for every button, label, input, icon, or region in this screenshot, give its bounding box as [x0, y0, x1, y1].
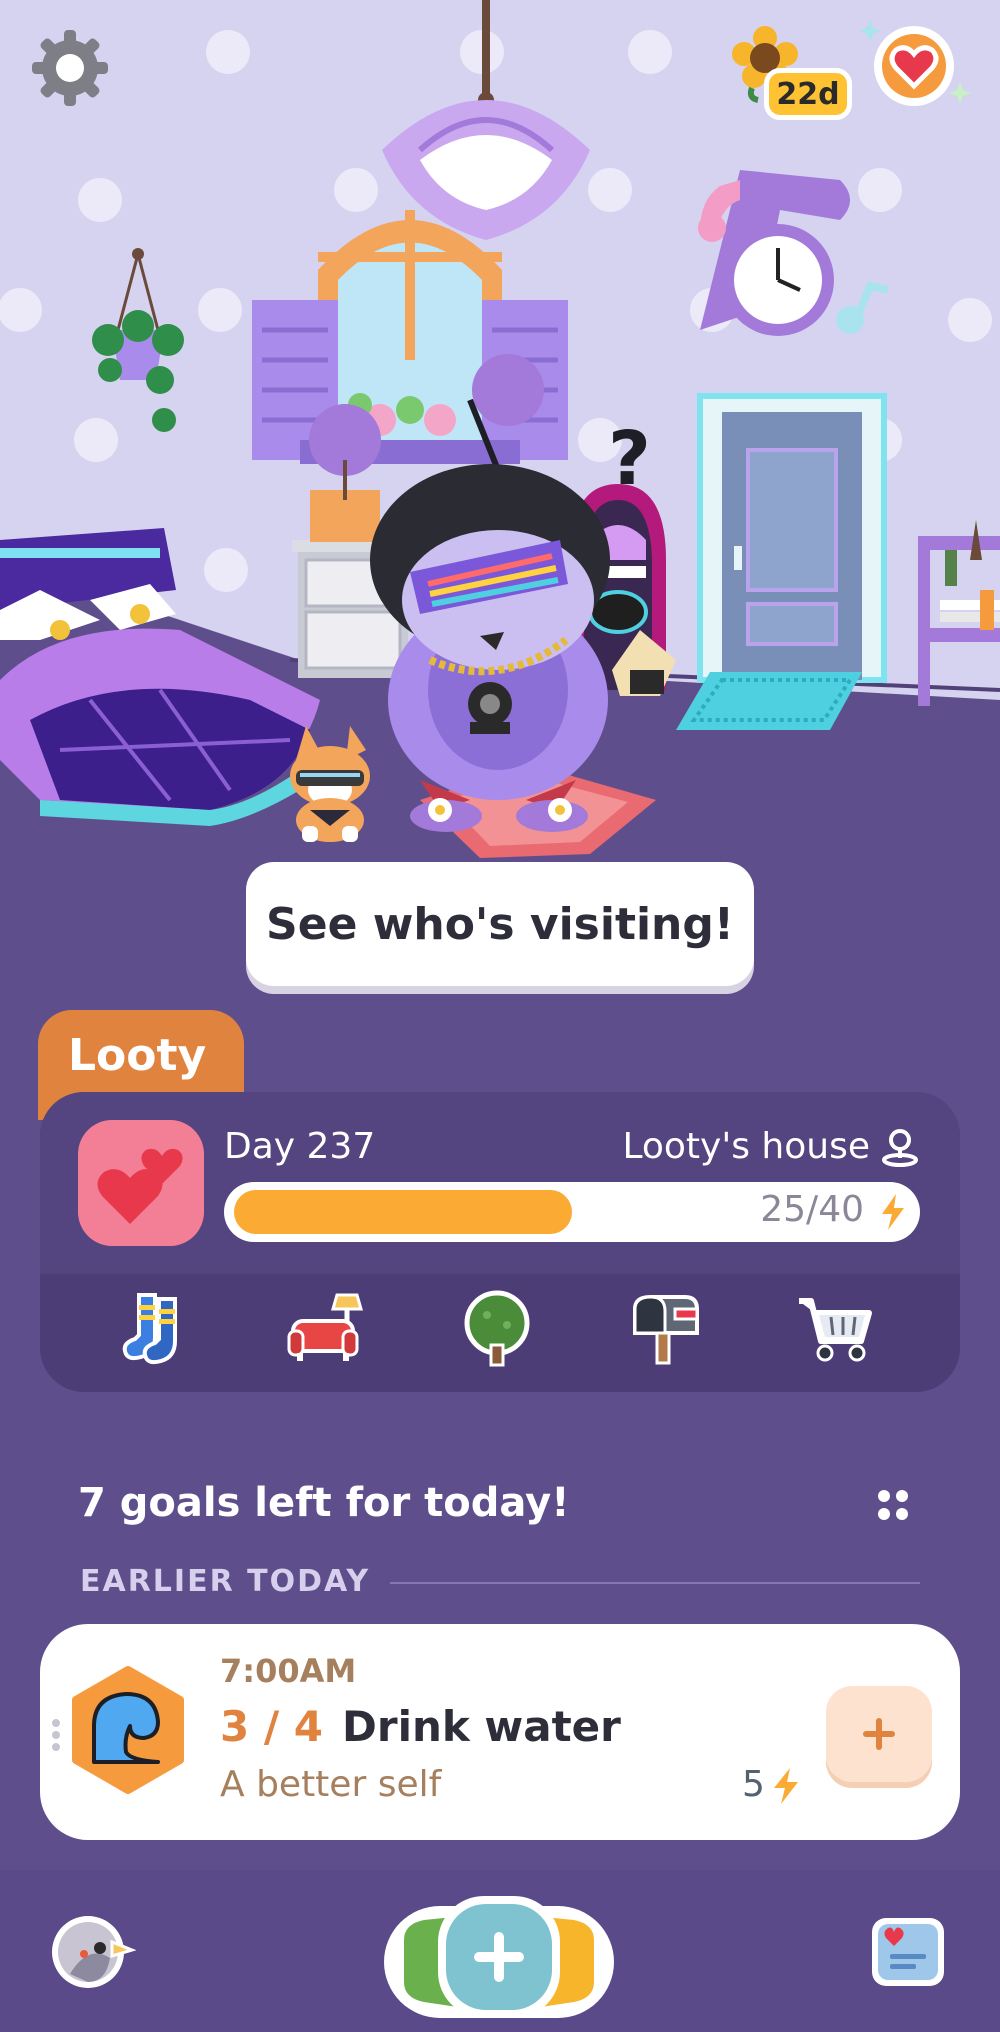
drag-handle-icon[interactable] [50, 1718, 62, 1752]
heart-icon [859, 20, 971, 106]
socks-icon [122, 1293, 177, 1365]
settings-button[interactable] [28, 26, 112, 110]
bottom-navigation [0, 1870, 1000, 2032]
hearts-icon [97, 1148, 183, 1224]
sofa-icon [287, 1293, 363, 1361]
profile-button[interactable] [50, 1914, 137, 1994]
day-counter: Day 237 [224, 1126, 376, 1167]
water-wave-icon [72, 1666, 184, 1794]
energy-progress-bar: 25/40 [224, 1182, 920, 1242]
section-label: EARLIER TODAY [80, 1564, 371, 1599]
energy-progress-fill [234, 1190, 572, 1234]
pet-name: Looty [68, 1030, 207, 1081]
goal-energy-reward: 5 [742, 1764, 765, 1805]
goal-category: A better self [220, 1764, 442, 1805]
streak-days: 22d [764, 68, 852, 120]
section-divider [390, 1582, 920, 1584]
grid-icon [878, 1490, 908, 1520]
energy-bolt-icon [774, 1768, 798, 1804]
goals-remaining-title: 7 goals left for today! [78, 1480, 570, 1526]
see-visitors-button[interactable]: See who's visiting! [246, 862, 754, 986]
room-illustration: ? [0, 0, 1000, 1000]
goal-name: Drink water [342, 1702, 621, 1751]
mailbox-icon [633, 1295, 699, 1365]
pet-hearts-tile[interactable] [78, 1120, 204, 1246]
tree-icon [464, 1290, 530, 1367]
house-label[interactable]: Looty's house [622, 1126, 870, 1167]
energy-bolt-icon [882, 1194, 904, 1230]
support-button[interactable] [856, 16, 976, 116]
layout-toggle-button[interactable] [876, 1488, 910, 1526]
furniture-shortcut[interactable] [282, 1284, 372, 1374]
plus-icon [863, 1718, 895, 1750]
pet-card-header: Day 237 Looty's house 25/40 [40, 1092, 960, 1274]
outdoors-shortcut[interactable] [452, 1284, 542, 1374]
socks-shortcut[interactable] [112, 1284, 202, 1374]
cart-icon [799, 1298, 872, 1362]
streak-indicator[interactable]: 22d [730, 24, 860, 128]
pet-status-card[interactable]: Day 237 Looty's house 25/40 [40, 1092, 960, 1392]
journal-icon [872, 1918, 944, 1986]
energy-progress-text: 25/40 [760, 1189, 864, 1230]
plus-icon [384, 1896, 614, 2018]
shop-shortcut[interactable] [790, 1284, 880, 1374]
goal-time: 7:00AM [220, 1652, 357, 1690]
bird-avatar-icon [52, 1916, 137, 1988]
goal-increment-button[interactable] [826, 1686, 932, 1782]
gear-icon [32, 30, 108, 106]
goal-card-drink-water[interactable]: 7:00AM 3 / 4 Drink water A better self 5 [40, 1624, 960, 1840]
mail-shortcut[interactable] [620, 1284, 710, 1374]
location-pin-icon[interactable] [880, 1128, 920, 1172]
journal-button[interactable] [868, 1914, 948, 1994]
add-goal-button[interactable] [384, 1892, 614, 2026]
room-scene[interactable]: ? 22d See who's visiting! [0, 0, 1000, 1000]
goal-progress: 3 / 4 [220, 1702, 324, 1751]
question-mark: ? [608, 416, 651, 502]
